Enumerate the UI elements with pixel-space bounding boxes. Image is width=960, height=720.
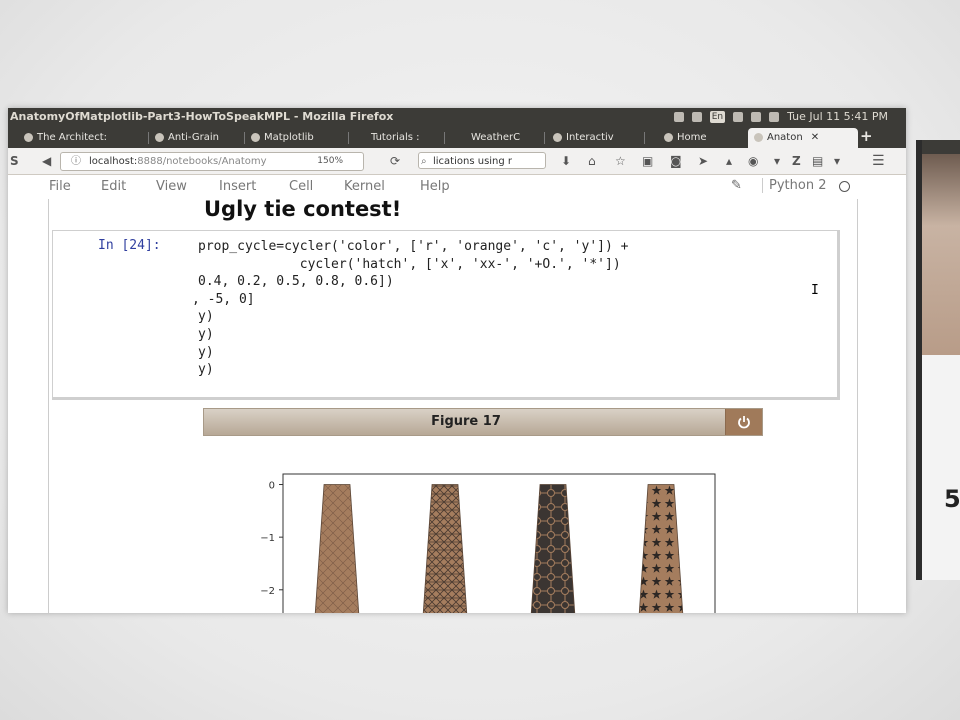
code-line: y) xyxy=(198,326,214,342)
url-host: localhost: xyxy=(89,156,138,167)
tab-anatomy-active[interactable]: Anaton ✕ xyxy=(748,128,858,148)
power-icon xyxy=(738,416,750,429)
code-line: , -5, 0] xyxy=(192,291,255,307)
code-editor[interactable]: prop_cycle=cycler('color', ['r', 'orange… xyxy=(192,238,629,379)
navigation-toolbar: S ◀ ⓘ localhost:8888/notebooks/Anatomy 1… xyxy=(8,148,906,175)
search-icon: ⌕ xyxy=(421,156,427,167)
battery-icon[interactable] xyxy=(751,112,762,122)
hamburger-menu-icon[interactable]: ☰ xyxy=(872,154,885,168)
extension-icon[interactable]: ▤ xyxy=(812,154,823,168)
search-input[interactable]: ⌕ lications using r xyxy=(418,152,546,169)
dropbox-icon[interactable] xyxy=(673,112,684,122)
bluetooth-icon[interactable] xyxy=(733,112,744,122)
tie-shape xyxy=(314,484,360,613)
partial-slide-text: 5 xyxy=(944,485,960,513)
y-tick-label: −1 xyxy=(260,533,275,544)
overflow-label: S xyxy=(10,154,19,168)
code-line: prop_cycle=cycler('color', ['r', 'orange… xyxy=(198,239,629,254)
adjacent-window: 5 xyxy=(916,140,960,580)
tab-separator xyxy=(544,132,545,144)
code-line: y) xyxy=(198,362,214,378)
tab-separator xyxy=(444,132,445,144)
tab-separator xyxy=(348,132,349,144)
code-line: y) xyxy=(198,344,214,360)
back-icon[interactable]: ◀ xyxy=(42,154,51,168)
menu-help[interactable]: Help xyxy=(420,179,450,194)
extension-icon[interactable]: ▾ xyxy=(834,154,840,168)
photo-thumbnail xyxy=(916,140,960,355)
window-title: AnatomyOfMatplotlib-Part3-HowToSpeakMPL … xyxy=(10,110,394,123)
menu-edit[interactable]: Edit xyxy=(101,179,126,194)
figure-title: Figure 17 xyxy=(431,414,501,429)
screen-capture: AnatomyOfMatplotlib-Part3-HowToSpeakMPL … xyxy=(8,108,906,613)
menu-kernel[interactable]: Kernel xyxy=(344,179,385,194)
extension-icon[interactable]: ▾ xyxy=(774,154,780,168)
network-icon[interactable] xyxy=(691,112,702,122)
close-tab-icon[interactable]: ✕ xyxy=(811,132,819,143)
tie-shape xyxy=(422,484,468,613)
tab-tutorials[interactable]: Tutorials : xyxy=(371,128,420,148)
y-tick-label: 0 xyxy=(269,481,275,492)
window-edge xyxy=(916,140,922,580)
tab-interactive[interactable]: Interactiv xyxy=(553,128,614,148)
markdown-heading: Ugly tie contest! xyxy=(204,197,402,221)
address-bar[interactable]: ⓘ localhost:8888/notebooks/Anatomy 150% xyxy=(60,152,364,171)
code-line: cycler('hatch', ['x', 'xx-', '+O.', '*']… xyxy=(198,256,621,272)
pocket-icon[interactable]: ◙ xyxy=(670,154,682,168)
download-icon[interactable]: ⬇ xyxy=(561,154,571,168)
system-tray: En Tue Jul 11 5:41 PM xyxy=(673,108,888,126)
tab-the-architect[interactable]: The Architect: xyxy=(24,128,107,148)
bookmark-star-icon[interactable]: ☆ xyxy=(615,154,626,168)
page-icon xyxy=(155,132,164,142)
edit-mode-pencil-icon: ✎ xyxy=(731,178,742,193)
tie-chart: 0−1−2−3 xyxy=(260,473,716,613)
kernel-status-icon xyxy=(839,181,850,192)
tab-home[interactable]: Home xyxy=(664,128,707,148)
tab-separator xyxy=(148,132,149,144)
url-path: 8888/notebooks/Anatomy xyxy=(137,156,267,167)
keyboard-layout-indicator[interactable]: En xyxy=(709,111,726,123)
reload-icon[interactable]: ⟳ xyxy=(390,154,400,168)
tab-weather[interactable]: WeatherC xyxy=(471,128,520,148)
menu-cell[interactable]: Cell xyxy=(289,179,313,194)
code-line: 0.4, 0.2, 0.5, 0.8, 0.6]) xyxy=(198,274,394,290)
menu-file[interactable]: File xyxy=(49,179,71,194)
home-icon xyxy=(664,132,673,142)
bookmark-icon[interactable]: ▴ xyxy=(726,154,732,168)
menu-view[interactable]: View xyxy=(156,179,187,194)
new-tab-button[interactable]: + xyxy=(860,127,873,145)
volume-icon[interactable] xyxy=(769,112,780,122)
extension-icon[interactable]: ◉ xyxy=(748,154,758,168)
tie-shape xyxy=(530,484,576,613)
tab-matplotlib[interactable]: Matplotlib xyxy=(251,128,314,148)
kernel-name: Python 2 xyxy=(762,178,826,193)
send-icon[interactable]: ➤ xyxy=(698,154,708,168)
tab-separator xyxy=(244,132,245,144)
code-line: y) xyxy=(198,309,214,325)
page-icon xyxy=(24,132,33,142)
home-icon[interactable]: ⌂ xyxy=(588,154,596,168)
page-icon xyxy=(553,132,562,142)
tab-anti-grain[interactable]: Anti-Grain xyxy=(155,128,219,148)
matplotlib-icon xyxy=(251,132,260,142)
y-tick-label: −2 xyxy=(260,586,275,597)
jupyter-icon xyxy=(754,132,763,142)
window-bar xyxy=(916,140,960,154)
zoom-level[interactable]: 150% xyxy=(317,153,343,170)
jupyter-menubar: File Edit View Insert Cell Kernel Help ✎… xyxy=(8,175,906,199)
screenshot-icon[interactable]: ▣ xyxy=(642,154,653,168)
tab-separator xyxy=(644,132,645,144)
browser-tab-strip: The Architect: Anti-Grain Matplotlib Tut… xyxy=(8,126,906,148)
tie-shape xyxy=(638,484,684,613)
close-figure-button[interactable] xyxy=(725,409,762,435)
clock[interactable]: Tue Jul 11 5:41 PM xyxy=(787,108,888,126)
info-icon[interactable]: ⓘ xyxy=(71,153,81,170)
cell-prompt: In [24]: xyxy=(98,238,161,253)
menu-insert[interactable]: Insert xyxy=(219,179,256,194)
text-cursor-icon: I xyxy=(811,283,819,298)
figure-toolbar: Figure 17 xyxy=(203,408,763,436)
window-titlebar: AnatomyOfMatplotlib-Part3-HowToSpeakMPL … xyxy=(8,108,906,126)
zotero-icon[interactable]: Z xyxy=(792,154,801,168)
